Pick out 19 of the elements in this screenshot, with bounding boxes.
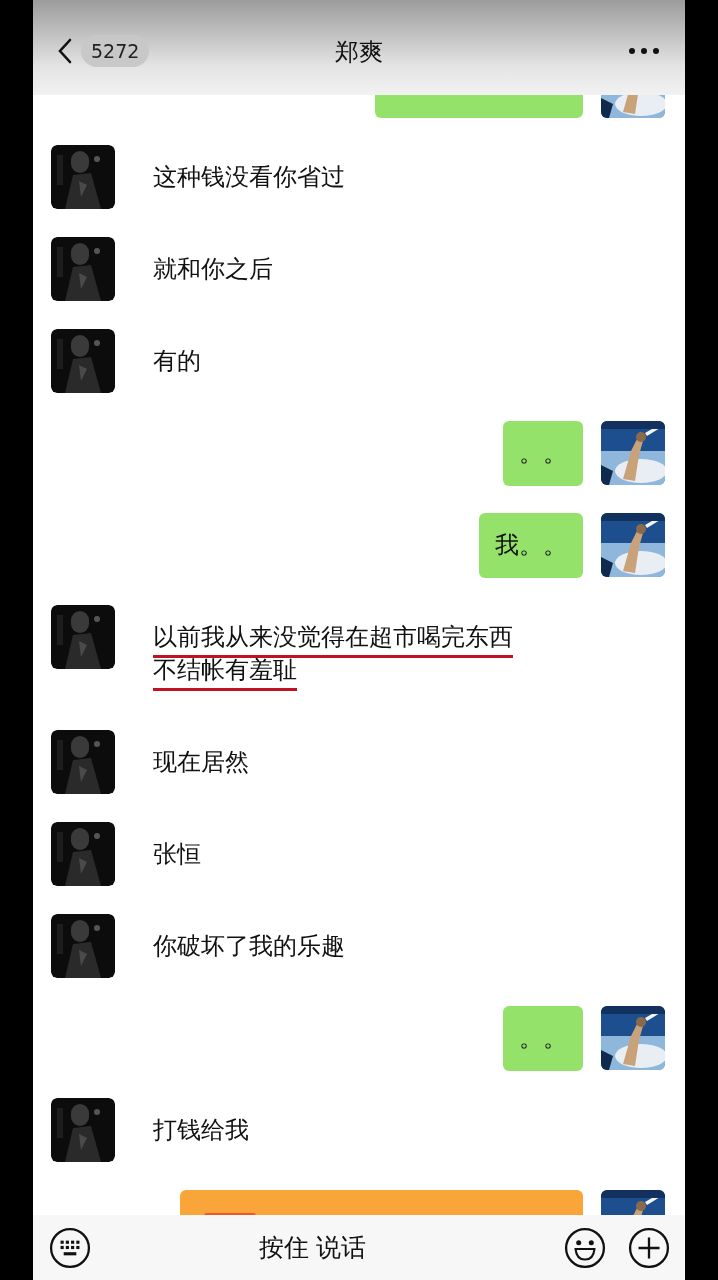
message-text: 。。 <box>519 438 567 469</box>
message-text: 。。 <box>519 1023 567 1054</box>
message-text: 现在居然 <box>153 747 249 778</box>
unread-count: 5272 <box>81 34 150 67</box>
message-text: 有的 <box>153 346 201 377</box>
message-text: 我。。 <box>495 530 567 561</box>
message-text: 打钱给我 <box>153 1115 249 1146</box>
back-icon[interactable] <box>57 37 73 64</box>
message-text: 这种钱没看你省过 <box>153 162 345 193</box>
chat-title: 郑爽 <box>334 37 384 68</box>
message-text: 你破坏了我的乐趣 <box>153 931 345 962</box>
smiley-icon[interactable] <box>564 1226 606 1269</box>
message-text: 不结帐有羞耻 <box>153 655 298 686</box>
plus-icon[interactable] <box>628 1226 670 1269</box>
more-icon[interactable] <box>629 47 659 54</box>
message-text: 以前我从来没觉得在超市喝完东西 <box>153 622 513 653</box>
message-text: 就和你之后 <box>153 254 273 285</box>
message-text: 张恒 <box>153 839 201 870</box>
keyboard-icon[interactable] <box>49 1226 91 1269</box>
